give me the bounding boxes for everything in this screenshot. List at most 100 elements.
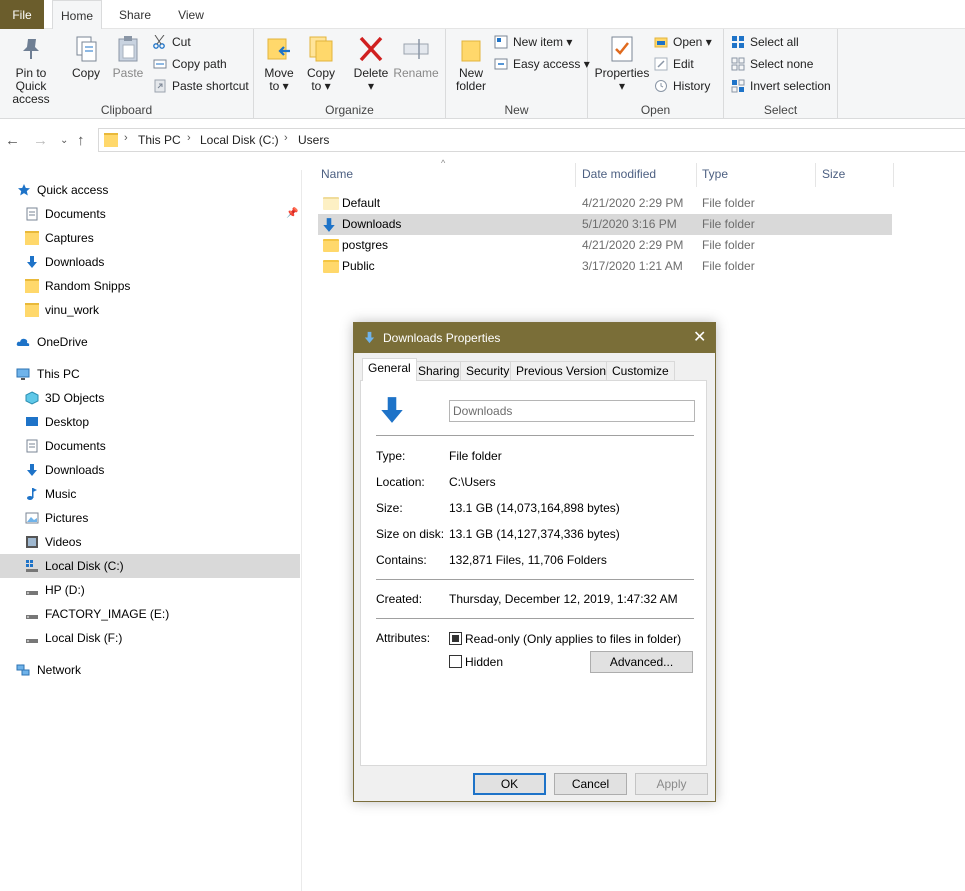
invert-selection-button[interactable]: Invert selection [731, 76, 831, 96]
file-row[interactable]: Default 4/21/2020 2:29 PM File folder [318, 193, 892, 214]
tab-previous-versions[interactable]: Previous Versions [510, 361, 619, 381]
created-label: Created: [376, 592, 423, 606]
file-row[interactable]: postgres 4/21/2020 2:29 PM File folder [318, 235, 892, 256]
recent-locations-chevron-icon[interactable]: ⌄ [60, 135, 68, 146]
delete-x-icon [359, 36, 383, 62]
tab-share[interactable]: Share [112, 0, 158, 29]
breadcrumb-users[interactable]: Users [298, 133, 329, 147]
sidebar-item-documents[interactable]: Documents 📌 [0, 202, 300, 226]
file-name: Public [342, 259, 375, 273]
sidebar-item-pictures[interactable]: Pictures [0, 506, 300, 530]
rename-button[interactable]: Rename [393, 35, 439, 80]
sidebar-item-3d-objects[interactable]: 3D Objects [0, 386, 300, 410]
hidden-checkbox[interactable] [449, 655, 462, 668]
readonly-checkbox[interactable] [449, 632, 462, 645]
breadcrumb-local-disk[interactable]: Local Disk (C:) [200, 133, 279, 147]
sidebar-item-label: Desktop [45, 415, 90, 429]
cut-button[interactable]: Cut [153, 32, 191, 52]
sidebar-item-network[interactable]: Network [0, 658, 300, 682]
sidebar-item-downloads[interactable]: Downloads [0, 250, 300, 274]
size-on-disk-label: Size on disk: [376, 527, 445, 541]
sidebar-item-pc-downloads[interactable]: Downloads [0, 458, 300, 482]
select-none-button[interactable]: Select none [731, 54, 813, 74]
sidebar-item-label: Documents [45, 439, 106, 453]
column-header-size[interactable]: Size [822, 167, 845, 181]
tab-home[interactable]: Home [52, 0, 102, 30]
properties-button[interactable]: Properties ▾ [594, 35, 650, 93]
file-type: File folder [702, 238, 755, 252]
sidebar-item-onedrive[interactable]: OneDrive [0, 330, 300, 354]
sidebar-item-factory-image-e[interactable]: FACTORY_IMAGE (E:) [0, 602, 300, 626]
back-arrow-icon[interactable]: ← [5, 132, 20, 149]
column-divider[interactable] [893, 163, 894, 187]
tab-general[interactable]: General [362, 358, 417, 381]
breadcrumb-separator-icon: › [284, 132, 288, 144]
close-icon[interactable]: ✕ [693, 323, 706, 353]
sidebar-item-pc-documents[interactable]: Documents [0, 434, 300, 458]
dialog-title-bar[interactable]: Downloads Properties ✕ [354, 323, 715, 353]
history-button[interactable]: History [654, 76, 710, 96]
sidebar-item-desktop[interactable]: Desktop [0, 410, 300, 434]
copy-label: Copy [71, 66, 100, 80]
select-none-label: Select none [750, 57, 814, 71]
cancel-button[interactable]: Cancel [554, 773, 627, 795]
tab-file[interactable]: File [0, 0, 44, 29]
new-item-icon [494, 35, 508, 49]
sidebar-item-hp-d[interactable]: HP (D:) [0, 578, 300, 602]
select-all-button[interactable]: Select all [731, 32, 799, 52]
select-group: Select all Select none Invert selection … [724, 29, 838, 119]
sidebar-item-local-disk-c[interactable]: Local Disk (C:) [0, 554, 300, 578]
sidebar-item-vinu-work[interactable]: vinu_work [0, 298, 300, 322]
forward-arrow-icon[interactable]: → [33, 132, 48, 149]
column-header-date[interactable]: Date modified [582, 167, 656, 181]
column-header-name[interactable]: Name [321, 167, 353, 181]
column-divider[interactable] [696, 163, 697, 187]
copy-button[interactable]: Copy [68, 35, 104, 80]
open-button[interactable]: Open ▾ [654, 32, 712, 52]
file-date: 4/21/2020 2:29 PM [582, 196, 684, 210]
new-item-button[interactable]: New item ▾ [494, 32, 572, 52]
tab-security[interactable]: Security [460, 361, 516, 381]
sidebar-item-videos[interactable]: Videos [0, 530, 300, 554]
paste-shortcut-button[interactable]: Paste shortcut [153, 76, 249, 96]
advanced-button[interactable]: Advanced... [590, 651, 693, 673]
paste-button[interactable]: Paste [110, 35, 146, 80]
delete-button[interactable]: Delete ▾ [352, 35, 390, 93]
file-row[interactable]: Public 3/17/2020 1:21 AM File folder [318, 256, 892, 277]
clipboard-group: Pin to Quick access Copy Paste Cut Copy … [0, 29, 254, 119]
sidebar-item-local-disk-f[interactable]: Local Disk (F:) [0, 626, 300, 650]
sidebar-item-this-pc[interactable]: This PC [0, 362, 300, 386]
breadcrumb-this-pc[interactable]: This PC [138, 133, 181, 147]
column-divider[interactable] [815, 163, 816, 187]
new-folder-label: New [458, 66, 483, 80]
new-folder-button[interactable]: New folder [452, 35, 490, 93]
file-row[interactable]: Downloads 5/1/2020 3:16 PM File folder [318, 214, 892, 235]
tab-sharing[interactable]: Sharing [412, 361, 466, 381]
sidebar-item-random-snipps[interactable]: Random Snipps [0, 274, 300, 298]
paste-shortcut-label: Paste shortcut [172, 79, 249, 93]
sidebar-item-quick-access[interactable]: Quick access [0, 178, 300, 202]
apply-button[interactable]: Apply [635, 773, 708, 795]
copy-path-button[interactable]: Copy path [153, 54, 227, 74]
open-label: Open [673, 35, 703, 49]
tab-customize[interactable]: Customize [606, 361, 675, 381]
sidebar-item-captures[interactable]: Captures [0, 226, 300, 250]
tab-view[interactable]: View [168, 0, 214, 29]
sidebar-item-label: Videos [45, 535, 82, 549]
sort-ascending-icon: ^ [441, 158, 446, 168]
sidebar-item-music[interactable]: Music [0, 482, 300, 506]
sidebar-item-label: Network [37, 663, 82, 677]
folder-name-input[interactable]: Downloads [449, 400, 695, 422]
column-header-type[interactable]: Type [702, 167, 728, 181]
folder-icon [323, 260, 339, 273]
pin-to-quick-access-button[interactable]: Pin to Quick access [0, 35, 62, 106]
up-arrow-icon[interactable]: ↑ [77, 132, 85, 149]
ok-button[interactable]: OK [473, 773, 546, 795]
move-to-button[interactable]: Move to ▾ [262, 35, 296, 93]
column-divider[interactable] [575, 163, 576, 187]
easy-access-button[interactable]: Easy access ▾ [494, 54, 590, 74]
copy-to-button[interactable]: Copy to ▾ [304, 35, 338, 93]
rename-icon [403, 39, 429, 59]
address-bar[interactable]: › This PC › Local Disk (C:) › Users [98, 128, 965, 152]
edit-button[interactable]: Edit [654, 54, 694, 74]
